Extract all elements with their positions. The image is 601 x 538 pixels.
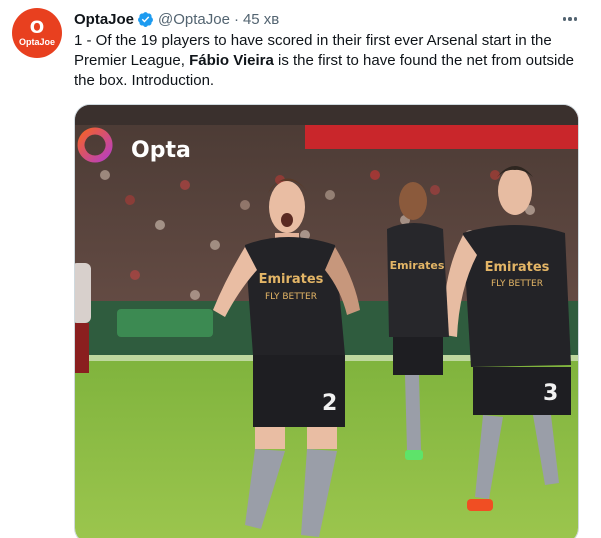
tweet-text-bold-name: Fábio Vieira — [189, 52, 274, 69]
avatar-logo-text: OptaJoe — [18, 36, 55, 47]
background-player-left — [75, 263, 91, 373]
tweet-timestamp[interactable]: 45 хв — [243, 11, 279, 28]
header-separator: · — [233, 10, 239, 28]
opta-watermark-text: Opta — [131, 138, 191, 163]
opta-logo-icon: O — [29, 17, 45, 38]
verified-badge-icon — [137, 11, 154, 28]
tweet-media-photo[interactable]: Emirates FLY BETTER 2 Emirates FLY BETTE… — [74, 104, 579, 538]
tweet-header: OptaJoe @OptaJoe · 45 хв — [74, 9, 279, 29]
sponsor-text-right: Emirates — [485, 260, 550, 275]
more-options-icon[interactable] — [559, 9, 581, 29]
sponsor-slogan-center: FLY BETTER — [265, 292, 317, 302]
player-number-right: 3 — [543, 381, 558, 406]
player-number-center: 2 — [322, 391, 337, 416]
sponsor-slogan-right: FLY BETTER — [491, 279, 543, 289]
author-name[interactable]: OptaJoe — [74, 11, 134, 28]
tweet: O OptaJoe OptaJoe @OptaJoe · 45 хв 1 - O… — [0, 0, 601, 538]
sponsor-text-center: Emirates — [259, 272, 324, 287]
author-avatar[interactable]: O OptaJoe — [12, 8, 62, 58]
tweet-text: 1 - Of the 19 players to have scored in … — [74, 31, 574, 91]
author-handle[interactable]: @OptaJoe — [158, 11, 230, 28]
sponsor-text-back: Emirates — [390, 259, 445, 272]
